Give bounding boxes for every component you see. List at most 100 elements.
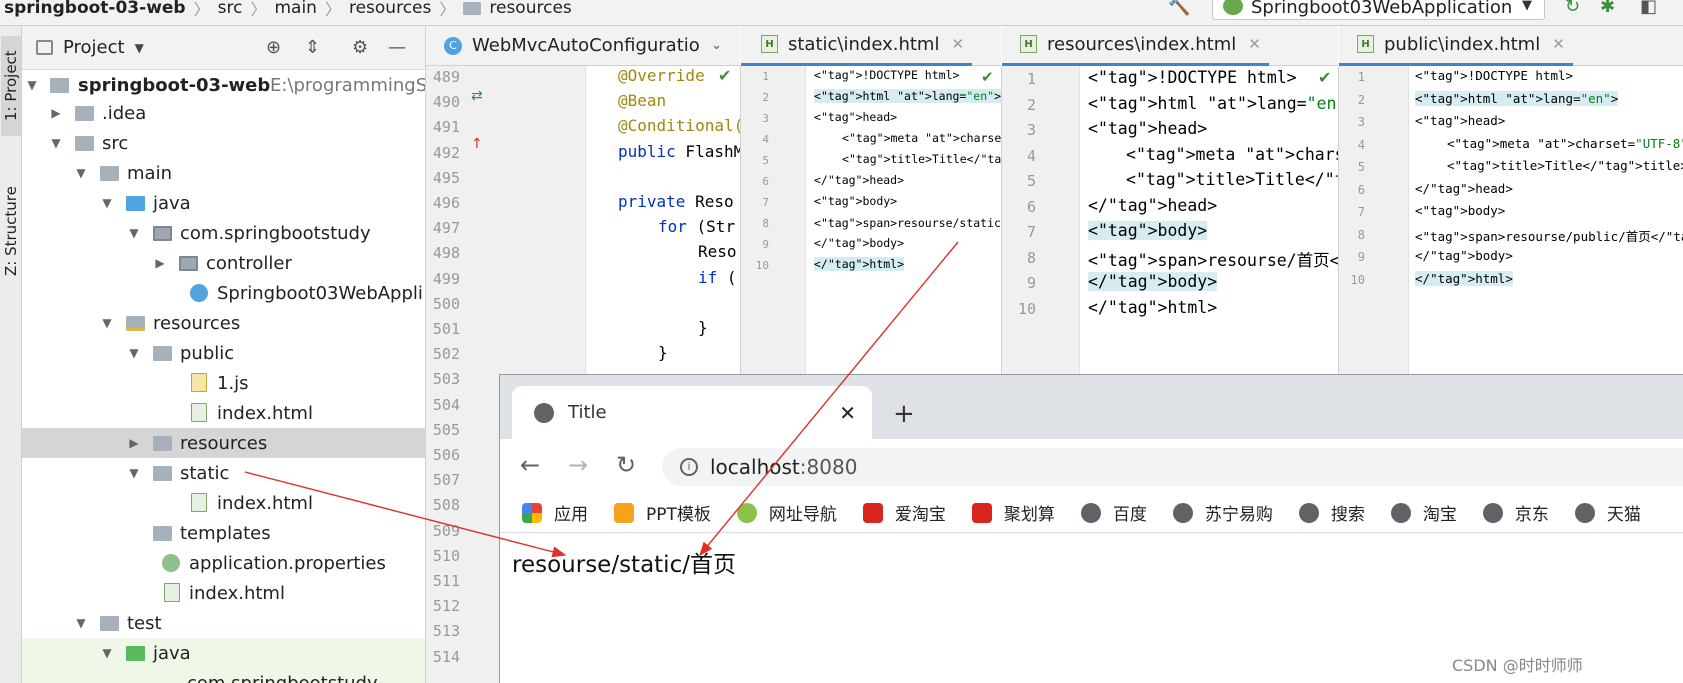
public-index-editor[interactable]: 1 2 3 4 5 6 7 8 9 10 <"tag">!DOCTYPE html> <"tag">h…: [1339, 66, 1683, 374]
tree-node-public-index[interactable]: index.html: [22, 398, 425, 428]
reload-icon[interactable]: ↻: [616, 451, 636, 479]
tree-node-java[interactable]: ▼ java: [22, 188, 425, 218]
breadcrumb-resources[interactable]: resources: [349, 0, 431, 18]
project-tool-tab[interactable]: 1: Project: [1, 36, 21, 136]
tree-node-resources[interactable]: ▼ resources: [22, 308, 425, 338]
tab-static-index[interactable]: Hstatic\index.html ✕: [741, 26, 973, 66]
breadcrumb: springboot-03-web 〉 src 〉 main 〉 resourc…: [4, 0, 572, 19]
tree-node-main[interactable]: ▼ main: [22, 158, 425, 188]
tree-node-package[interactable]: ▼ com.springbootstudy: [22, 218, 425, 248]
forward-icon[interactable]: →: [568, 451, 588, 479]
caret-down-icon: ▼: [1522, 0, 1532, 13]
ppt-icon: [614, 502, 634, 523]
resources-index-editor[interactable]: ✔ 1 2 3 4 5 6 7 8 9 10 <"tag">!DOCTYPE html> <"tag"…: [1002, 66, 1339, 374]
code-line: <"tag">!DOCTYPE html>: [1088, 68, 1297, 87]
line-number: 2: [762, 91, 769, 104]
bookmark-tmall[interactable]: 天猫: [1574, 500, 1641, 525]
rerun-icon[interactable]: ↻: [1565, 0, 1580, 17]
browser-tab[interactable]: Title ✕: [512, 386, 872, 439]
resources-folder-icon: [126, 315, 145, 331]
breadcrumb-main[interactable]: main: [274, 0, 316, 18]
coverage-icon[interactable]: ◧: [1640, 0, 1657, 17]
code-line: public FlashM: [618, 141, 741, 161]
close-tab-icon[interactable]: ✕: [839, 401, 856, 425]
implementing-method-icon[interactable]: ⇄: [471, 88, 483, 104]
hammer-icon[interactable]: 🔨: [1168, 0, 1190, 17]
back-icon[interactable]: ←: [520, 451, 540, 479]
line-number: 512: [432, 597, 460, 616]
tree-node-templates[interactable]: templates: [22, 518, 425, 548]
info-icon[interactable]: i: [680, 458, 698, 476]
tree-label: index.html: [217, 402, 313, 424]
line-number: 495: [432, 168, 460, 187]
url-input[interactable]: i localhost:8080: [662, 448, 1683, 486]
breadcrumb-src[interactable]: src: [218, 0, 243, 18]
code-line: <"tag">!DOCTYPE html>: [814, 68, 960, 82]
static-index-editor[interactable]: ✔ 1 2 3 4 5 6 7 8 9 10 <"tag">!DOCTYPE html> <"tag"…: [741, 66, 1002, 374]
tree-node-idea[interactable]: ▶ .idea: [22, 98, 425, 128]
bookmark-search[interactable]: 搜索: [1298, 500, 1365, 525]
tree-node-static-index[interactable]: index.html: [22, 488, 425, 518]
minimize-icon[interactable]: —: [388, 37, 406, 58]
tree-node-application-properties[interactable]: application.properties: [22, 548, 425, 578]
tree-label: public: [180, 342, 235, 364]
line-number: 511: [432, 572, 460, 590]
editor-gutter: [1339, 66, 1409, 374]
tree-node-test[interactable]: ▼ test: [22, 608, 425, 638]
line-number: 492: [432, 143, 460, 162]
tree-node-static[interactable]: ▼ static: [22, 458, 425, 488]
tree-node-application-class[interactable]: Springboot03WebAppli: [22, 278, 425, 308]
tree-node-test-package[interactable]: com.springbootstudy: [22, 668, 425, 683]
line-number: 497: [432, 219, 460, 238]
collapse-all-icon[interactable]: ⇕: [305, 37, 320, 58]
folder-icon: [100, 615, 119, 631]
tree-node-controller[interactable]: ▶ controller: [22, 248, 425, 278]
bookmark-aitaobao[interactable]: 爱淘宝: [862, 500, 946, 525]
locate-icon[interactable]: ⊕: [266, 37, 281, 58]
tree-node-test-java[interactable]: ▼ java: [22, 638, 425, 668]
globe-icon: [1172, 502, 1193, 523]
line-number: 502: [432, 345, 460, 364]
html-file-icon: H: [761, 35, 778, 53]
structure-tool-tab[interactable]: Z: Structure: [1, 166, 21, 296]
gear-icon[interactable]: ⚙: [352, 37, 368, 58]
breadcrumb-project[interactable]: springboot-03-web: [4, 0, 186, 18]
bookmark-nav[interactable]: 网址导航: [736, 500, 837, 525]
debug-icon[interactable]: ✱: [1600, 0, 1615, 17]
bookmark-ppt[interactable]: PPT模板: [614, 500, 711, 525]
tab-resources-index[interactable]: Hresources\index.html ✕: [1002, 26, 1269, 66]
tree-label: java: [153, 642, 191, 664]
tree-node-src[interactable]: ▼ src: [22, 128, 425, 158]
tree-node-project-root[interactable]: ▼ springboot-03-web E:\programmingSc: [22, 70, 425, 100]
line-number: 10: [1017, 299, 1036, 318]
breadcrumb-resources-folder[interactable]: resources: [489, 0, 571, 18]
caret-down-icon[interactable]: ▼: [135, 41, 144, 55]
line-number: 2: [1026, 95, 1036, 114]
bookmark-juhuasuan[interactable]: 聚划算: [971, 500, 1055, 525]
new-tab-icon[interactable]: +: [893, 399, 915, 429]
tab-public-index[interactable]: Hpublic\index.html ✕: [1339, 26, 1573, 66]
check-icon: ✔: [981, 68, 994, 86]
bookmark-jd[interactable]: 京东: [1482, 500, 1549, 525]
bookmark-baidu[interactable]: 百度: [1080, 500, 1147, 525]
close-icon[interactable]: ✕: [951, 35, 964, 53]
override-marker-icon[interactable]: ↑: [471, 136, 483, 152]
code-line: </"tag">head>: [1088, 195, 1218, 215]
chevron-down-icon[interactable]: ⌄: [711, 38, 722, 53]
project-panel: Project ▼ ⊕ ⇕ ⚙ — ▼ springboot-03-web E:\p…: [22, 26, 426, 683]
bookmark-apps[interactable]: 应用: [522, 500, 588, 525]
tree-node-resources-index[interactable]: index.html: [22, 578, 425, 608]
close-icon[interactable]: ✕: [1552, 35, 1565, 53]
tab-webmvc[interactable]: C WebMvcAutoConfiguratio: [426, 26, 708, 66]
line-number: 509: [432, 521, 460, 540]
tree-node-public[interactable]: ▼ public: [22, 338, 425, 368]
bookmark-suning[interactable]: 苏宁易购: [1172, 500, 1273, 525]
run-configuration-select[interactable]: Springboot03WebApplication ▼: [1212, 0, 1545, 20]
bookmark-taobao[interactable]: 淘宝: [1390, 500, 1457, 525]
tree-node-1js[interactable]: 1.js: [22, 368, 425, 398]
run-configuration-label: Springboot03WebApplication: [1251, 0, 1513, 18]
tree-node-resources-folder[interactable]: ▶ resources: [22, 428, 425, 458]
expanded-arrow-icon: ▼: [129, 346, 139, 360]
close-icon[interactable]: ✕: [1248, 35, 1261, 53]
project-panel-title[interactable]: Project: [63, 37, 125, 58]
